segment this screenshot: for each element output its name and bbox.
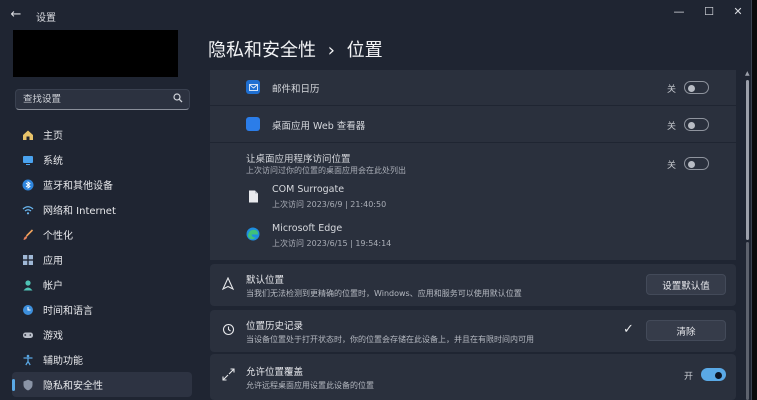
entry-name: Microsoft Edge <box>272 223 343 234</box>
override-title: 允许位置覆盖 <box>246 367 304 378</box>
entry-last-access: 上次访问 2023/6/15 | 19:54:14 <box>272 239 392 248</box>
web-viewer-toggle[interactable] <box>684 118 709 131</box>
breadcrumb-separator: › <box>327 40 335 61</box>
default-location-desc: 当我们无法检测到更精确的位置时，Windows、应用和服务可以使用默认位置 <box>246 289 522 298</box>
toggle-state-label: 关 <box>667 85 677 95</box>
sidebar-item-label: 主页 <box>43 131 63 142</box>
page-title: 位置 <box>346 40 383 61</box>
sidebar-nav: 主页 系统 蓝牙和其他设备 网络和 Internet 个性化 应用 帐户 时间和… <box>12 122 192 397</box>
apps-icon <box>21 253 35 267</box>
location-pin-icon <box>220 276 236 293</box>
app-row-web-viewer: 桌面应用 Web 查看器 关 <box>210 106 736 143</box>
sidebar-item-accessibility[interactable]: 辅助功能 <box>12 347 192 372</box>
override-arrows-icon <box>220 368 236 384</box>
search-icon[interactable] <box>170 93 186 106</box>
sidebar-item-network[interactable]: 网络和 Internet <box>12 197 192 222</box>
shield-icon <box>21 378 35 392</box>
web-viewer-icon <box>246 117 260 131</box>
sidebar-item-time-language[interactable]: 时间和语言 <box>12 297 192 322</box>
account-icon <box>21 278 35 292</box>
sidebar-item-label: 应用 <box>43 256 63 267</box>
location-history-title: 位置历史记录 <box>246 321 304 332</box>
override-desc: 允许远程桌面应用设置此设备的位置 <box>246 381 374 390</box>
toggle-state-label: 开 <box>684 372 694 382</box>
app-row-mail-calendar: 邮件和日历 关 <box>210 70 736 106</box>
title-bar: ← 设置 — ☐ ✕ <box>0 0 751 30</box>
minimize-button[interactable]: — <box>664 3 694 21</box>
sidebar-item-personalization[interactable]: 个性化 <box>12 222 192 247</box>
file-icon <box>246 189 260 203</box>
clear-history-button[interactable]: 清除 <box>646 320 726 341</box>
history-icon <box>220 323 236 339</box>
sidebar-item-label: 辅助功能 <box>43 356 83 367</box>
brush-icon <box>21 228 35 242</box>
app-label: 邮件和日历 <box>272 84 320 95</box>
default-location-title: 默认位置 <box>246 275 285 286</box>
wifi-icon <box>21 203 35 217</box>
sidebar-item-bluetooth[interactable]: 蓝牙和其他设备 <box>12 172 192 197</box>
mail-calendar-toggle[interactable] <box>684 81 709 94</box>
account-banner[interactable] <box>13 30 178 77</box>
scroll-up-arrow-icon[interactable]: ▲ <box>745 70 750 77</box>
location-history-card: 位置历史记录 当设备位置处于打开状态时，你的位置会存储在此设备上，并且在有限时间… <box>210 310 736 352</box>
sidebar-item-label: 游戏 <box>43 331 63 342</box>
home-icon <box>21 128 35 142</box>
sidebar-item-label: 时间和语言 <box>43 306 93 317</box>
breadcrumb-parent[interactable]: 隐私和安全性 <box>208 40 316 61</box>
sidebar-item-gaming[interactable]: 游戏 <box>12 322 192 347</box>
desktop-access-toggle[interactable] <box>684 157 709 170</box>
desktop-access-sub: 上次访问过你的位置的桌面应用会在此处列出 <box>246 166 406 175</box>
app-title: 设置 <box>36 13 56 24</box>
sidebar-item-accounts[interactable]: 帐户 <box>12 272 192 297</box>
sidebar-item-apps[interactable]: 应用 <box>12 247 192 272</box>
entry-name: COM Surrogate <box>272 184 345 195</box>
monitor-icon <box>21 153 35 167</box>
settings-window: ← 设置 — ☐ ✕ 主页 系统 蓝牙和其他设备 网络和 Internet <box>0 0 752 400</box>
accessibility-icon <box>21 353 35 367</box>
scrollbar-thumb[interactable] <box>746 80 749 240</box>
sidebar-item-label: 网络和 Internet <box>43 206 116 217</box>
back-arrow-icon[interactable]: ← <box>8 7 24 23</box>
globe-clock-icon <box>21 303 35 317</box>
bluetooth-icon <box>21 178 35 192</box>
toggle-state-label: 关 <box>667 122 677 132</box>
maximize-button[interactable]: ☐ <box>694 3 724 21</box>
edge-icon <box>246 227 260 241</box>
sidebar-item-label: 系统 <box>43 156 63 167</box>
close-button[interactable]: ✕ <box>723 3 751 21</box>
sidebar-item-privacy-security[interactable]: 隐私和安全性 <box>12 372 192 397</box>
desktop-access-label: 让桌面应用程序访问位置 <box>246 154 351 165</box>
sidebar-item-home[interactable]: 主页 <box>12 122 192 147</box>
toggle-state-label: 关 <box>667 161 677 171</box>
mail-calendar-icon <box>246 80 260 94</box>
breadcrumb: 隐私和安全性 › 位置 <box>208 36 383 62</box>
scrollbar-track[interactable] <box>746 242 749 400</box>
sidebar-item-system[interactable]: 系统 <box>12 147 192 172</box>
sidebar-item-label: 个性化 <box>43 231 73 242</box>
search-input[interactable] <box>23 94 170 105</box>
location-history-desc: 当设备位置处于打开状态时，你的位置会存储在此设备上，并且在有限时间内可用 <box>246 335 534 344</box>
sidebar-item-label: 帐户 <box>43 281 63 292</box>
app-permissions-group: 邮件和日历 关 桌面应用 Web 查看器 关 让桌面应用程序访问位置 上次访问过… <box>210 70 736 260</box>
override-toggle[interactable] <box>701 368 726 381</box>
search-box[interactable] <box>15 89 190 110</box>
desktop-apps-section: 让桌面应用程序访问位置 上次访问过你的位置的桌面应用会在此处列出 关 COM S… <box>210 143 736 260</box>
check-icon: ✓ <box>623 322 634 337</box>
entry-last-access: 上次访问 2023/6/9 | 21:40:50 <box>272 200 387 209</box>
app-label: 桌面应用 Web 查看器 <box>272 121 366 132</box>
sidebar-item-label: 蓝牙和其他设备 <box>43 181 113 192</box>
gamepad-icon <box>21 328 35 342</box>
sidebar-item-label: 隐私和安全性 <box>43 381 103 392</box>
default-location-card: 默认位置 当我们无法检测到更精确的位置时，Windows、应用和服务可以使用默认… <box>210 264 736 306</box>
location-override-card: 允许位置覆盖 允许远程桌面应用设置此设备的位置 开 <box>210 354 736 400</box>
set-default-button[interactable]: 设置默认值 <box>646 274 726 295</box>
